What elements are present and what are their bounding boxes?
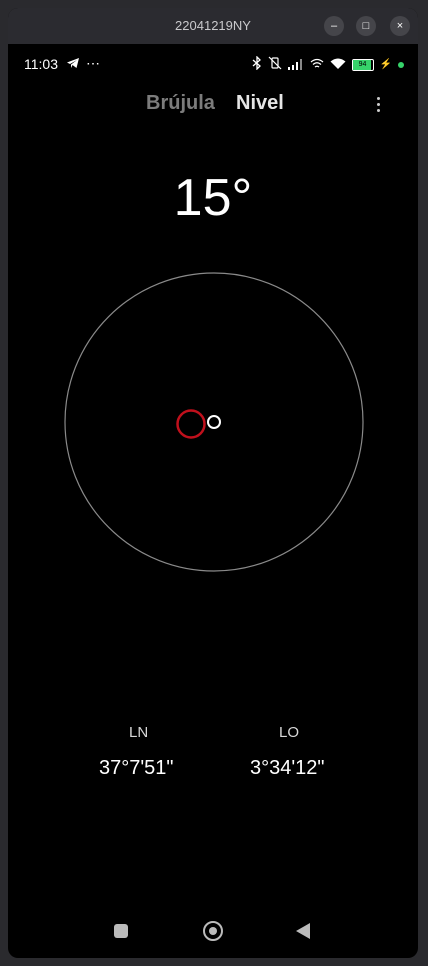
vibrate-icon	[268, 56, 282, 73]
bluetooth-icon	[252, 55, 262, 73]
status-icons: 94 ⚡	[252, 55, 404, 73]
tab-bar: Brújula Nivel	[8, 92, 418, 122]
maximize-button[interactable]: □	[356, 16, 376, 36]
battery-level: 94	[358, 60, 367, 68]
tab-compass[interactable]: Brújula	[146, 92, 215, 115]
hotspot-icon	[310, 57, 324, 73]
app-window: 22041219NY – □ × 11:03 ⋯ 94 ⚡ Brújula Ni…	[8, 8, 418, 958]
level-bubble	[207, 415, 221, 429]
wifi-icon	[330, 57, 346, 73]
signal-icon	[287, 57, 304, 73]
tilt-angle: 15°	[173, 169, 253, 227]
window-titlebar: 22041219NY – □ ×	[8, 8, 418, 44]
latitude-label: LN	[129, 724, 149, 741]
battery-indicator: 94	[351, 58, 374, 71]
status-bar: 11:03 ⋯ 94 ⚡	[8, 52, 418, 76]
navigation-bar	[8, 912, 418, 952]
more-options-icon[interactable]	[370, 94, 386, 116]
home-button[interactable]	[203, 921, 223, 941]
longitude-label: LO	[279, 724, 300, 741]
telegram-icon	[66, 56, 80, 72]
camera-indicator-dot	[398, 61, 404, 68]
bubble-level	[64, 272, 364, 572]
status-time: 11:03	[24, 56, 58, 72]
back-button[interactable]	[296, 923, 310, 939]
minimize-button[interactable]: –	[324, 16, 344, 36]
level-ring	[64, 272, 364, 572]
latitude-value: 37°7'51"	[99, 757, 174, 779]
recent-apps-button[interactable]	[114, 924, 128, 938]
more-notifications-icon: ⋯	[86, 55, 100, 71]
target-circle	[176, 409, 206, 439]
charging-icon: ⚡	[379, 59, 392, 70]
longitude-value: 3°34'12"	[250, 757, 325, 779]
close-button[interactable]: ×	[390, 16, 410, 36]
tab-level[interactable]: Nivel	[236, 92, 284, 115]
